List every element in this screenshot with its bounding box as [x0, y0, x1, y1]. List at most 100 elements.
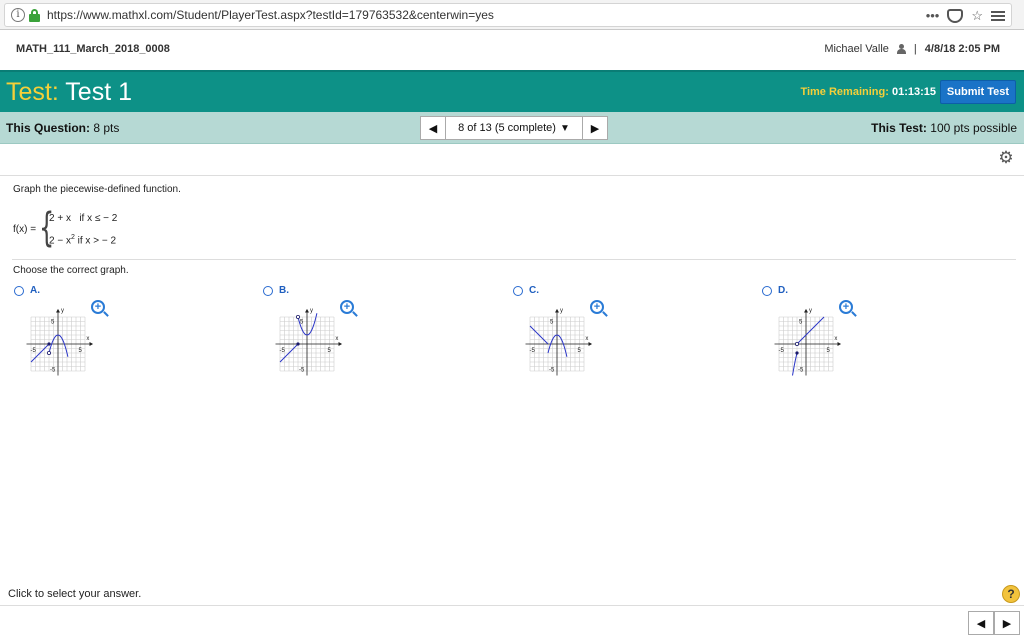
- hint-text: Click to select your answer.: [8, 588, 142, 600]
- date-time: 4/8/18 2:05 PM: [924, 43, 1000, 55]
- time-label: Time Remaining:: [800, 86, 889, 98]
- divider: [0, 605, 1024, 606]
- piece-1-cond: if x ≤ − 2: [79, 213, 118, 224]
- closed-point: [296, 342, 300, 346]
- lock-icon: [29, 9, 40, 22]
- x-tick-label: -5: [779, 348, 785, 354]
- user-name: Michael Valle: [824, 43, 889, 55]
- test-name: Test 1: [65, 78, 132, 106]
- question-bar: This Question: 8 pts ◀ 8 of 13 (5 comple…: [0, 112, 1024, 144]
- more-icon[interactable]: •••: [926, 7, 940, 25]
- x-axis-label: x: [86, 336, 89, 342]
- option-b-label[interactable]: B.: [279, 285, 289, 296]
- piece-2-cond: if x > − 2: [77, 235, 117, 247]
- open-point: [794, 342, 799, 347]
- y-tick-label: -5: [50, 368, 56, 374]
- y-tick-label: -5: [549, 368, 555, 374]
- y-arrow: [56, 308, 60, 313]
- user-icon: [896, 44, 906, 54]
- y-tick-label: 5: [550, 320, 554, 326]
- next-question-button[interactable]: ▶: [582, 116, 608, 140]
- function-lhs: f(x) =: [13, 224, 37, 235]
- info-icon[interactable]: i: [11, 8, 25, 22]
- question-select[interactable]: 8 of 13 (5 complete) ▼: [446, 116, 582, 140]
- x-arrow: [338, 342, 343, 346]
- y-axis-label: y: [560, 308, 563, 314]
- caret-down-icon: ▼: [559, 122, 570, 134]
- graph-c: yx5-55-5: [525, 308, 593, 376]
- gear-icon[interactable]: ⚙: [998, 149, 1014, 166]
- x-arrow: [837, 342, 842, 346]
- y-tick-label: -5: [798, 368, 804, 374]
- y-tick-label: 5: [799, 320, 803, 326]
- test-title: Test: Test 1: [6, 78, 132, 107]
- option-a-label[interactable]: A.: [30, 285, 40, 296]
- y-arrow: [305, 308, 309, 313]
- graph-d: yx5-55-5: [774, 308, 842, 376]
- option-c-radio[interactable]: [513, 286, 523, 296]
- y-arrow: [804, 308, 808, 313]
- x-arrow: [89, 342, 94, 346]
- open-point: [46, 351, 51, 356]
- graph-a: yx5-55-5: [26, 308, 94, 376]
- test-points-value: 100 pts possible: [930, 121, 1017, 135]
- piece-2: 2 − x2 if x > − 2: [49, 234, 116, 246]
- option-c[interactable]: C. + y x 5 -5 5 -5: [513, 284, 623, 384]
- separator: |: [913, 43, 917, 55]
- question-navigator: ◀ 8 of 13 (5 complete) ▼ ▶: [420, 116, 608, 140]
- option-c-label[interactable]: C.: [529, 285, 539, 296]
- closed-point: [47, 342, 51, 346]
- y-axis-label: y: [310, 308, 313, 314]
- piece-1-expr: 2 + x: [49, 213, 71, 224]
- option-d-radio[interactable]: [762, 286, 772, 296]
- option-b[interactable]: B. + y x 5 -5 5 -5: [263, 284, 373, 384]
- previous-button[interactable]: ◀: [968, 611, 994, 635]
- hamburger-menu-icon[interactable]: [991, 11, 1005, 21]
- curve-piece: [48, 334, 69, 357]
- test-points: This Test: 100 pts possible: [871, 121, 1017, 135]
- option-d[interactable]: D. + y x 5 -5 5 -5: [762, 284, 872, 384]
- submit-test-button[interactable]: Submit Test: [940, 80, 1016, 104]
- divider: [12, 259, 1016, 260]
- y-axis-label: y: [61, 308, 64, 314]
- graph-b: yx5-55-5: [275, 308, 343, 376]
- y-arrow: [555, 308, 559, 313]
- browser-toolbar: i https://www.mathxl.com/Student/PlayerT…: [0, 0, 1024, 30]
- question-select-label: 8 of 13 (5 complete): [458, 122, 556, 134]
- option-a-radio[interactable]: [14, 286, 24, 296]
- previous-question-button[interactable]: ◀: [420, 116, 446, 140]
- piece-2-expr: 2 − x: [49, 235, 71, 247]
- x-tick-label: -5: [280, 348, 286, 354]
- closed-point: [795, 351, 799, 355]
- address-bar[interactable]: i https://www.mathxl.com/Student/PlayerT…: [4, 3, 1012, 27]
- pocket-icon[interactable]: [947, 9, 964, 23]
- url-text[interactable]: https://www.mathxl.com/Student/PlayerTes…: [47, 8, 494, 22]
- star-icon[interactable]: ☆: [971, 7, 983, 25]
- y-tick-label: 5: [51, 320, 55, 326]
- question-points: This Question: 8 pts: [6, 121, 119, 135]
- help-icon[interactable]: ?: [1002, 585, 1020, 603]
- x-arrow: [588, 342, 593, 346]
- option-a[interactable]: A. + y x 5 -5 5 -5: [14, 284, 124, 384]
- next-button[interactable]: ▶: [994, 611, 1020, 635]
- y-axis-label: y: [809, 308, 812, 314]
- test-bar: Test: Test 1 Time Remaining: 01:13:15 Su…: [0, 70, 1024, 112]
- question-label: This Question:: [6, 121, 90, 135]
- question-pts-value: 8 pts: [93, 121, 120, 135]
- piece-1: 2 + x if x ≤ − 2: [49, 213, 117, 224]
- bottom-navigator: ◀ ▶: [968, 611, 1020, 635]
- test-label: Test:: [6, 78, 59, 106]
- curve-piece: [792, 352, 798, 376]
- x-axis-label: x: [335, 336, 338, 342]
- time-remaining: Time Remaining: 01:13:15: [800, 86, 936, 98]
- x-axis-label: x: [834, 336, 837, 342]
- divider: [0, 175, 1024, 176]
- choose-prompt: Choose the correct graph.: [13, 265, 129, 276]
- option-b-radio[interactable]: [263, 286, 273, 296]
- time-value: 01:13:15: [891, 86, 936, 98]
- option-d-label[interactable]: D.: [778, 285, 788, 296]
- x-tick-label: -5: [31, 348, 37, 354]
- test-points-label: This Test:: [871, 121, 927, 135]
- question-prompt: Graph the piecewise-defined function.: [13, 184, 181, 195]
- curve-piece: [547, 334, 568, 357]
